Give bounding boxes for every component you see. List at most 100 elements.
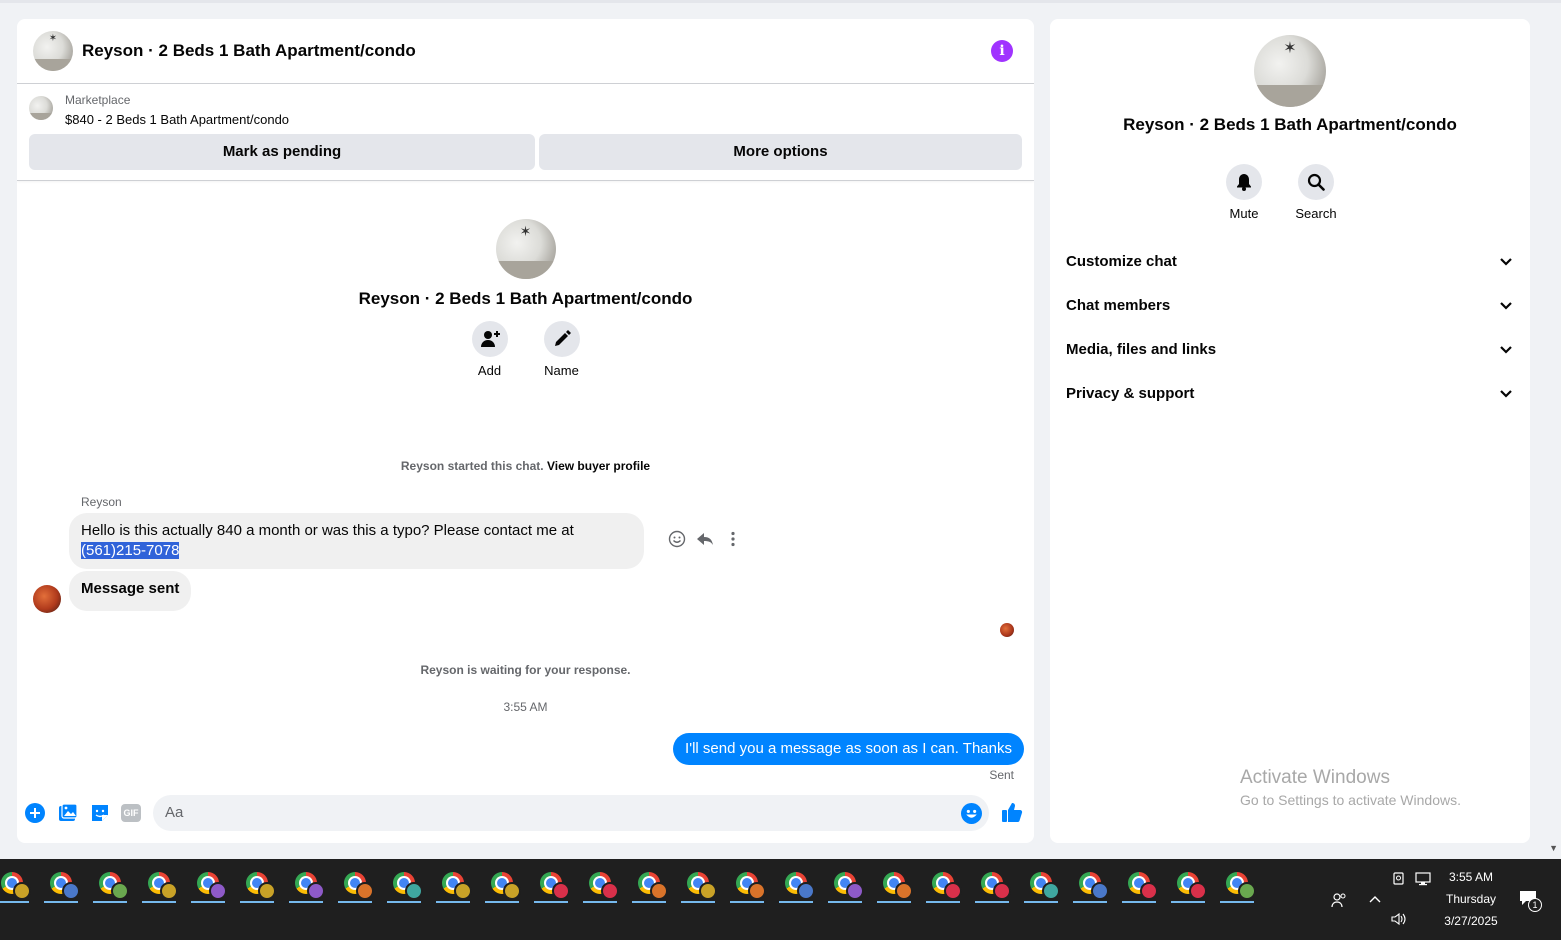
taskbar-chrome-app[interactable] [0,868,31,903]
running-indicator [191,901,225,903]
running-indicator [975,901,1009,903]
taskbar-chrome-app[interactable] [826,868,864,903]
clock-date[interactable]: 3/27/2025 [1436,914,1506,928]
running-indicator [240,901,274,903]
sticker-icon[interactable] [90,803,110,823]
taskbar-chrome-app[interactable] [1120,868,1158,903]
listing-thumbnail[interactable] [29,96,53,120]
sender-avatar[interactable] [33,585,61,613]
taskbar-chrome-app[interactable] [532,868,570,903]
running-indicator [142,901,176,903]
taskbar-chrome-app[interactable] [1071,868,1109,903]
taskbar-chrome-app[interactable] [42,868,80,903]
taskbar-chrome-app[interactable] [483,868,521,903]
mute-button[interactable]: Mute [1226,164,1262,221]
gif-icon[interactable]: GIF [121,804,141,822]
selected-phone-number[interactable]: (561)215-7078 [81,542,180,559]
taskbar-chrome-app[interactable] [875,868,913,903]
search-button[interactable]: Search [1295,164,1337,221]
customize-chat-section[interactable]: Customize chat [1066,239,1514,283]
taskbar-chrome-app[interactable] [91,868,129,903]
taskbar-chrome-app[interactable] [679,868,717,903]
taskbar-chrome-app[interactable] [1218,868,1256,903]
taskbar-chrome-app[interactable] [630,868,668,903]
notification-center-button[interactable]: 1 [1519,890,1542,912]
clock-time[interactable]: 3:55 AM [1436,870,1506,884]
people-icon[interactable] [1331,892,1347,908]
taskbar-chrome-app[interactable] [140,868,178,903]
plus-circle-icon[interactable] [25,803,45,823]
more-vertical-icon[interactable] [724,530,742,548]
incoming-message[interactable]: Message sent [69,571,192,611]
profile-badge-icon [552,882,570,900]
running-indicator [583,901,617,903]
profile-badge-icon [699,882,717,900]
volume-icon[interactable] [1391,911,1407,927]
profile-badge-icon [405,882,423,900]
running-indicator [1220,901,1254,903]
section-label: Customize chat [1066,252,1177,270]
chevron-up-icon[interactable] [1367,892,1383,908]
top-border [0,0,1561,3]
taskbar-chrome-app[interactable] [336,868,374,903]
info-icon[interactable]: i [991,40,1013,62]
chat-panel: ✶ Reyson · 2 Beds 1 Bath Apartment/condo… [17,19,1034,843]
running-indicator [779,901,813,903]
listing-price-title[interactable]: $840 - 2 Beds 1 Bath Apartment/condo [65,112,289,127]
chevron-down-icon [1500,302,1512,310]
taskbar-chrome-app[interactable] [287,868,325,903]
media-files-links-section[interactable]: Media, files and links [1066,327,1514,371]
taskbar-chrome-app[interactable] [777,868,815,903]
ceiling-fan-icon: ✶ [48,33,58,45]
activate-windows-watermark: Activate Windows Go to Settings to activ… [1240,767,1461,808]
profile-badge-icon [111,882,129,900]
profile-badge-icon [1091,882,1109,900]
taskbar-chrome-app[interactable] [434,868,472,903]
running-indicator [681,901,715,903]
view-buyer-profile-link[interactable]: View buyer profile [547,459,650,473]
scroll-down-arrow-icon[interactable]: ▼ [1549,843,1558,853]
chat-title[interactable]: Reyson · 2 Beds 1 Bath Apartment/condo [82,41,416,61]
chat-members-section[interactable]: Chat members [1066,283,1514,327]
profile-badge-icon [601,882,619,900]
message-input[interactable]: Aa [153,795,989,831]
incoming-message[interactable]: Hello is this actually 840 a month or wa… [69,513,644,569]
taskbar-chrome-app[interactable] [385,868,423,903]
photo-icon[interactable] [58,803,78,823]
taskbar-chrome-app[interactable] [189,868,227,903]
outgoing-message[interactable]: I'll send you a message as soon as I can… [673,733,1024,765]
clock-day[interactable]: Thursday [1436,892,1506,906]
section-label: Privacy & support [1066,384,1195,402]
meet-now-icon[interactable] [1391,871,1407,887]
info-avatar[interactable]: ✶ [1254,35,1326,107]
taskbar-chrome-app[interactable] [581,868,619,903]
listing-label: Marketplace [65,93,131,107]
taskbar-chrome-app[interactable] [1169,868,1207,903]
running-indicator [387,901,421,903]
react-icon[interactable] [668,530,686,548]
privacy-support-section[interactable]: Privacy & support [1066,371,1514,415]
reply-icon[interactable] [696,530,714,548]
taskbar-chrome-app[interactable] [1022,868,1060,903]
more-options-button[interactable]: More options [539,134,1022,170]
message-composer: GIF Aa [17,793,1034,833]
taskbar-chrome-app[interactable] [238,868,276,903]
profile-badge-icon [895,882,913,900]
intro-avatar: ✶ [495,219,556,279]
taskbar-chrome-app[interactable] [973,868,1011,903]
emoji-icon[interactable] [961,803,982,824]
name-label: Name [544,363,579,378]
network-icon[interactable] [1415,871,1431,887]
message-timestamp: 3:55 AM [503,700,548,714]
add-people-button[interactable]: Add [471,321,508,378]
running-indicator [0,901,29,903]
running-indicator [1073,901,1107,903]
taskbar-chrome-app[interactable] [924,868,962,903]
taskbar-chrome-app[interactable] [728,868,766,903]
name-chat-button[interactable]: Name [543,321,580,378]
windows-taskbar: 3:55 AM Thursday 3/27/2025 1 [0,859,1561,940]
bell-icon [1237,174,1251,191]
chat-avatar[interactable]: ✶ [33,31,73,71]
thumbs-up-icon[interactable] [1001,801,1023,823]
mark-as-pending-button[interactable]: Mark as pending [29,134,535,170]
